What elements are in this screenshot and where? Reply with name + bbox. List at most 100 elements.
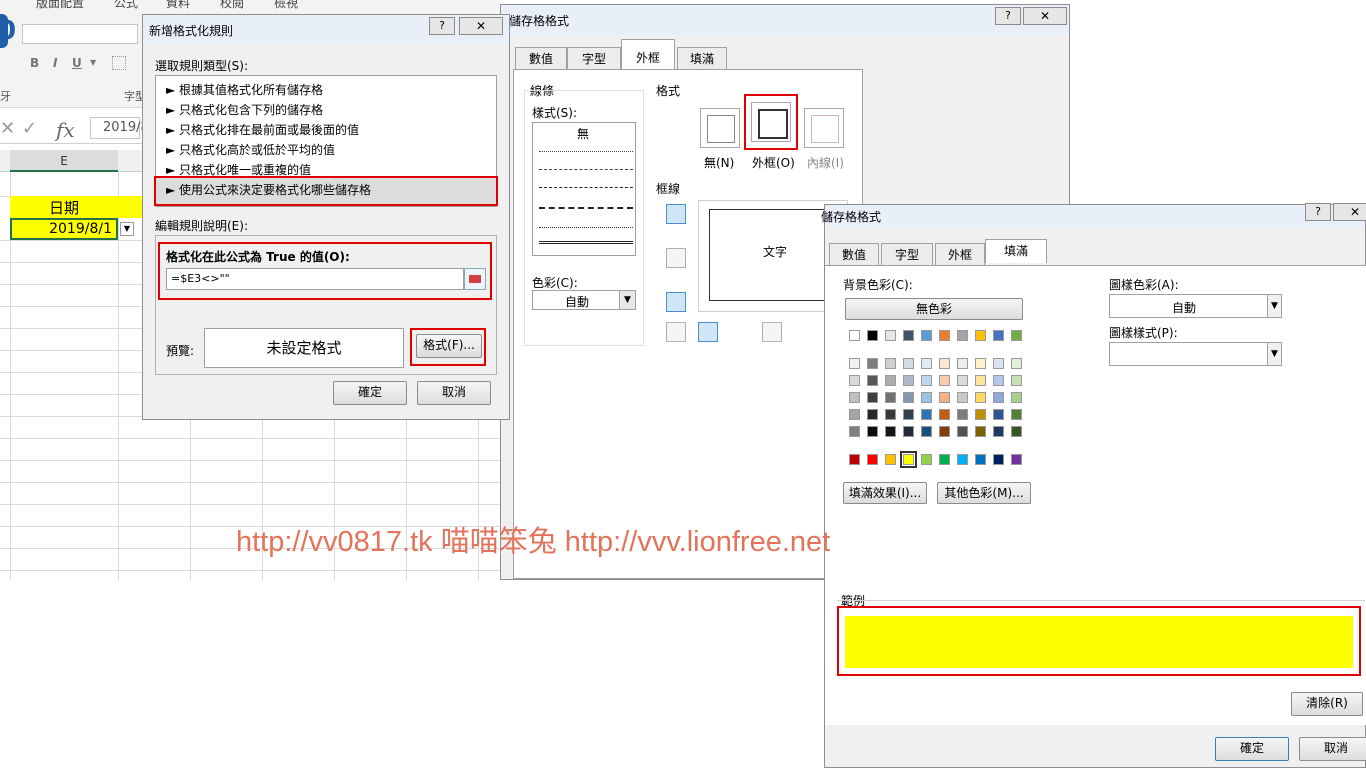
ribbon-tab-review[interactable]: 校閱	[220, 0, 244, 11]
color-swatch[interactable]	[903, 409, 914, 420]
color-swatch[interactable]	[921, 330, 932, 341]
color-swatch[interactable]	[849, 358, 860, 369]
color-swatch[interactable]	[939, 426, 950, 437]
color-swatch[interactable]	[867, 375, 878, 386]
color-swatch[interactable]	[1011, 330, 1022, 341]
ok-button[interactable]: 確定	[1215, 737, 1289, 761]
chevron-down-icon[interactable]: ▼	[1267, 343, 1281, 365]
rule-type-selected[interactable]: ► 使用公式來決定要格式化哪些儲存格	[154, 176, 498, 206]
color-swatch[interactable]	[921, 409, 932, 420]
color-swatch[interactable]	[993, 375, 1004, 386]
tab-number[interactable]: 數值	[829, 243, 879, 265]
line-style-option[interactable]	[539, 207, 633, 209]
color-swatch[interactable]	[939, 454, 950, 465]
color-swatch[interactable]	[885, 409, 896, 420]
pattern-style-select[interactable]: ▼	[1109, 342, 1282, 366]
ribbon-tab-formula[interactable]: 公式	[114, 0, 138, 11]
color-swatch[interactable]	[975, 409, 986, 420]
preset-none-button[interactable]	[700, 108, 740, 148]
color-swatch[interactable]	[1011, 409, 1022, 420]
color-swatch[interactable]	[867, 409, 878, 420]
color-swatch[interactable]	[903, 426, 914, 437]
cancel-icon[interactable]: ✕	[0, 118, 15, 139]
color-swatch[interactable]	[957, 409, 968, 420]
color-swatch[interactable]	[921, 454, 932, 465]
color-swatch[interactable]	[867, 330, 878, 341]
color-swatch[interactable]	[885, 392, 896, 403]
help-button[interactable]: ?	[1305, 203, 1331, 221]
color-swatch[interactable]	[975, 375, 986, 386]
column-header-e[interactable]: E	[10, 150, 118, 172]
line-style-option[interactable]	[539, 151, 633, 152]
color-swatch[interactable]	[921, 375, 932, 386]
color-swatch[interactable]	[939, 358, 950, 369]
color-swatch[interactable]	[975, 426, 986, 437]
italic-button[interactable]: I	[53, 56, 57, 70]
color-swatch[interactable]	[939, 375, 950, 386]
color-swatch[interactable]	[975, 358, 986, 369]
chevron-down-icon[interactable]: ▼	[1267, 295, 1281, 317]
font-name-box[interactable]	[22, 24, 138, 44]
formula-input[interactable]: =$E3<>""	[166, 268, 464, 290]
color-swatch[interactable]	[867, 358, 878, 369]
format-button[interactable]: 格式(F)...	[416, 334, 482, 358]
help-button[interactable]: ?	[995, 7, 1021, 25]
color-swatch[interactable]	[993, 409, 1004, 420]
line-style-option[interactable]	[539, 227, 633, 228]
border-top-button[interactable]	[666, 204, 686, 224]
fx-icon[interactable]: fx	[56, 118, 75, 142]
tab-fill[interactable]: 填滿	[677, 47, 727, 69]
rule-type-item[interactable]: ► 只格式化包含下列的儲存格	[166, 100, 496, 120]
bold-button[interactable]: B	[30, 56, 39, 70]
color-swatch[interactable]	[885, 375, 896, 386]
ribbon-tab-data[interactable]: 資料	[166, 0, 190, 11]
no-color-button[interactable]: 無色彩	[845, 298, 1023, 320]
cancel-button[interactable]: 取消	[417, 381, 491, 405]
color-swatch[interactable]	[885, 426, 896, 437]
formula-input[interactable]: 2019/8	[90, 117, 149, 139]
color-swatch[interactable]	[975, 392, 986, 403]
cell-e2-header[interactable]: 日期	[10, 196, 118, 218]
rule-type-list[interactable]: ► 根據其值格式化所有儲存格 ► 只格式化包含下列的儲存格 ► 只格式化排在最前…	[154, 75, 498, 207]
color-swatch[interactable]	[867, 392, 878, 403]
clear-button[interactable]: 清除(R)	[1291, 692, 1363, 716]
color-swatch[interactable]	[939, 392, 950, 403]
color-swatch[interactable]	[903, 330, 914, 341]
color-swatch[interactable]	[849, 409, 860, 420]
color-swatch[interactable]	[849, 426, 860, 437]
color-swatch[interactable]	[993, 392, 1004, 403]
cancel-button[interactable]: 取消	[1299, 737, 1366, 761]
color-swatch[interactable]	[885, 330, 896, 341]
line-style-option[interactable]	[539, 187, 633, 188]
pattern-color-select[interactable]: 自動 ▼	[1109, 294, 1282, 318]
line-style-option[interactable]	[539, 241, 633, 245]
tab-font[interactable]: 字型	[567, 47, 621, 69]
preset-inside-button[interactable]	[804, 108, 844, 148]
tab-fill[interactable]: 填滿	[985, 239, 1047, 263]
tab-font[interactable]: 字型	[881, 243, 933, 265]
border-left-button[interactable]	[698, 322, 718, 342]
chevron-down-icon[interactable]: ▼	[619, 291, 635, 309]
rule-type-item[interactable]: ► 只格式化高於或低於平均的值	[166, 140, 496, 160]
color-swatch[interactable]	[993, 426, 1004, 437]
ribbon-tab-layout[interactable]: 版面配置	[36, 0, 84, 11]
tab-border[interactable]: 外框	[935, 243, 985, 265]
border-bottom-button[interactable]	[666, 292, 686, 312]
color-swatch[interactable]	[939, 330, 950, 341]
close-button[interactable]: ✕	[1023, 7, 1067, 25]
color-swatch[interactable]	[939, 409, 950, 420]
help-button[interactable]: ?	[429, 17, 455, 35]
line-style-option[interactable]	[539, 169, 633, 170]
rule-type-item[interactable]: ► 根據其值格式化所有儲存格	[166, 80, 496, 100]
color-swatch[interactable]	[993, 358, 1004, 369]
color-swatch[interactable]	[957, 358, 968, 369]
preset-outline-button[interactable]	[751, 102, 791, 142]
range-select-icon[interactable]	[464, 268, 486, 290]
color-swatch[interactable]	[867, 426, 878, 437]
ok-button[interactable]: 確定	[333, 381, 407, 405]
color-swatch[interactable]	[1011, 375, 1022, 386]
border-middle-v-button[interactable]	[762, 322, 782, 342]
close-button[interactable]: ✕	[1333, 203, 1366, 221]
ribbon-tab-view[interactable]: 檢視	[274, 0, 298, 11]
cell-e3-active[interactable]: 2019/8/1	[10, 218, 118, 240]
